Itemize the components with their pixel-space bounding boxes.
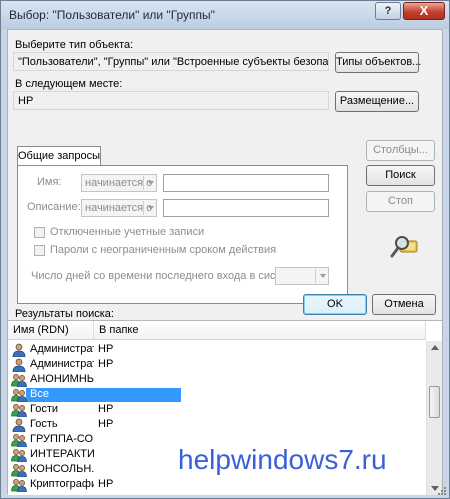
ok-button[interactable]: OK: [303, 294, 367, 315]
chevron-down-icon: [320, 274, 326, 278]
row-name: Все: [30, 388, 49, 400]
group-icon: [11, 403, 27, 418]
tab-common-queries[interactable]: Общие запросы: [17, 146, 101, 166]
description-input[interactable]: [163, 199, 329, 217]
group-icon: [11, 448, 27, 463]
common-queries-panel: Имя: начинается с Описание: начинается с…: [17, 165, 348, 304]
row-folder: HP: [98, 403, 114, 415]
column-header-folder[interactable]: В папке: [94, 321, 426, 340]
description-label: Описание:: [27, 201, 81, 213]
row-folder: HP: [98, 343, 114, 355]
description-mode-select[interactable]: начинается с: [81, 199, 157, 217]
columns-button[interactable]: Столбцы...: [366, 140, 435, 161]
group-icon: [11, 478, 27, 493]
list-item[interactable]: Администрат... HP: [8, 358, 418, 373]
days-since-logon-label: Число дней со времени последнего входа в…: [31, 270, 303, 282]
group-icon: [11, 373, 27, 388]
locations-button[interactable]: Размещение...: [335, 91, 419, 112]
list-item[interactable]: Гости HP: [8, 403, 418, 418]
row-name: Администрат...: [30, 343, 94, 355]
list-item[interactable]: Все: [8, 388, 418, 403]
list-item[interactable]: Гость HP: [8, 418, 418, 433]
list-item[interactable]: Криптографи... HP: [8, 478, 418, 493]
scroll-up-icon[interactable]: [431, 345, 439, 350]
row-name: Гости: [30, 403, 59, 415]
name-mode-select[interactable]: начинается с: [81, 174, 157, 192]
row-name: Гость: [30, 418, 58, 430]
select-users-dialog: Выбор: "Пользователи" или "Группы" ? X В…: [0, 0, 450, 499]
window-title: Выбор: "Пользователи" или "Группы": [9, 8, 215, 22]
row-folder: HP: [98, 418, 114, 430]
name-mode-value: начинается с: [85, 177, 152, 189]
search-button[interactable]: Поиск: [366, 165, 435, 186]
row-name: Криптографи...: [30, 478, 94, 490]
row-name: АНОНИМНЫ...: [30, 373, 94, 385]
row-name: ГРУППА-СО...: [30, 433, 94, 445]
user-icon: [11, 343, 27, 358]
list-item[interactable]: Администрат... HP: [8, 343, 418, 358]
row-name: КОНСОЛЬН...: [30, 463, 94, 475]
magnifier-icon: [390, 233, 420, 259]
name-label: Имя:: [37, 176, 62, 188]
chevron-down-icon: [148, 181, 154, 185]
location-label: В следующем месте:: [15, 78, 123, 90]
title-bar[interactable]: Выбор: "Пользователи" или "Группы" ? X: [1, 1, 449, 29]
non-expiring-passwords-checkbox[interactable]: [34, 245, 45, 256]
cancel-button[interactable]: Отмена: [372, 294, 436, 315]
search-results-label: Результаты поиска:: [15, 308, 114, 320]
dialog-body: Выберите тип объекта: "Пользователи", "Г…: [7, 29, 443, 495]
non-expiring-passwords-label: Пароли с неограниченным сроком действия: [50, 244, 277, 256]
stop-button[interactable]: Стоп: [366, 191, 435, 212]
chevron-down-icon: [148, 206, 154, 210]
days-since-logon-select[interactable]: [275, 267, 329, 285]
list-item[interactable]: АНОНИМНЫ...: [8, 373, 418, 388]
row-folder: HP: [98, 358, 114, 370]
watermark: helpwindows7.ru: [178, 444, 387, 475]
location-value: HP: [13, 91, 329, 110]
vertical-scrollbar[interactable]: [426, 341, 442, 495]
close-button[interactable]: X: [403, 2, 445, 20]
group-icon: [11, 433, 27, 448]
description-mode-value: начинается с: [85, 202, 152, 214]
row-folder: HP: [98, 478, 114, 490]
combo-separator: [315, 269, 316, 283]
user-icon: [11, 358, 27, 373]
group-icon: [11, 463, 27, 478]
disabled-accounts-checkbox[interactable]: [34, 227, 45, 238]
scroll-thumb[interactable]: [429, 386, 440, 418]
combo-separator: [143, 201, 144, 215]
column-header-name[interactable]: Имя (RDN): [8, 321, 94, 340]
name-input[interactable]: [163, 174, 329, 192]
resize-grip-icon[interactable]: [437, 486, 447, 496]
combo-separator: [143, 176, 144, 190]
row-name: ИНТЕРАКТИ...: [30, 448, 94, 460]
object-type-value: "Пользователи", "Группы" или "Встроенные…: [13, 52, 329, 71]
user-icon: [11, 418, 27, 433]
group-icon: [11, 388, 27, 403]
object-types-button[interactable]: Типы объектов...: [335, 52, 421, 73]
object-type-label: Выберите тип объекта:: [15, 39, 134, 51]
row-name: Администрат...: [30, 358, 94, 370]
help-button[interactable]: ?: [375, 2, 401, 20]
disabled-accounts-label: Отключенные учетные записи: [50, 226, 205, 238]
